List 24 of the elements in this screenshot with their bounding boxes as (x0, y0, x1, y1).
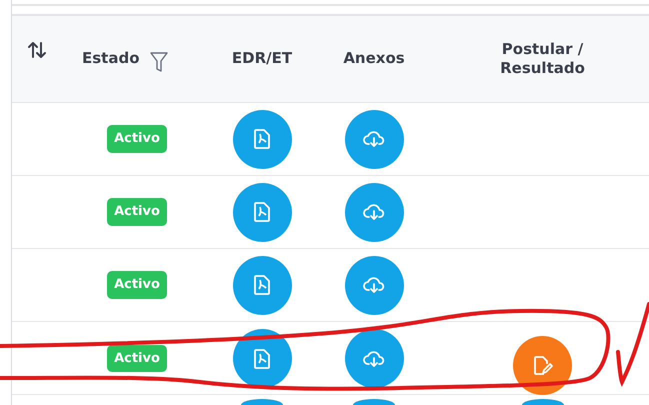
cloud-download-icon (363, 203, 385, 221)
pdf-file-icon (253, 348, 271, 368)
status-badge: Activo (107, 344, 167, 372)
pdf-button[interactable] (241, 399, 283, 405)
column-header: EDR/ET (232, 49, 292, 69)
result-button[interactable] (522, 399, 564, 405)
cloud-download-icon (363, 130, 385, 148)
status-badge: Activo (107, 198, 167, 226)
sort-icon[interactable] (27, 40, 47, 60)
status-badge: Activo (107, 125, 167, 153)
pdf-file-icon (253, 129, 271, 149)
edit-button[interactable] (513, 336, 572, 395)
pdf-file-icon (253, 275, 271, 295)
file-edit-icon (532, 356, 552, 376)
pdf-file-icon (253, 202, 271, 222)
cloud-download-button[interactable] (353, 399, 395, 405)
status-badge: Activo (107, 271, 167, 299)
filter-icon[interactable] (150, 51, 168, 73)
cloud-download-icon (363, 276, 385, 294)
column-header: Estado (82, 49, 140, 69)
column-header: Anexos (343, 49, 405, 69)
cloud-download-button[interactable] (344, 329, 404, 388)
column-header: Postular / Resultado (499, 40, 586, 78)
cloud-download-icon (363, 350, 385, 368)
